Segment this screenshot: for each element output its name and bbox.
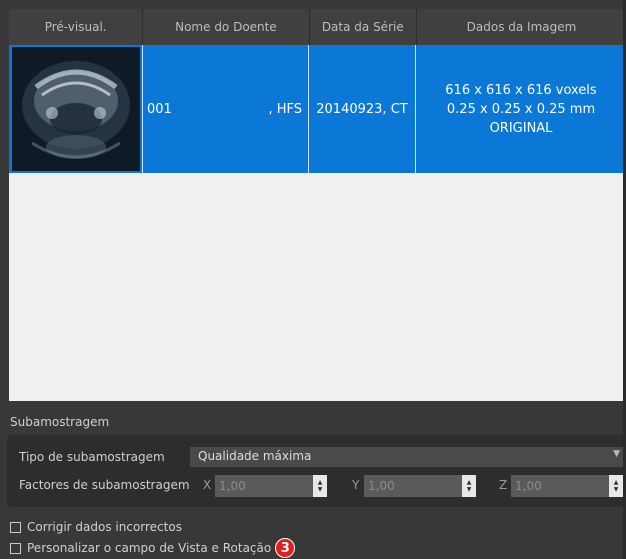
x-factor-input[interactable] (215, 475, 309, 497)
subsampling-group: Tipo de subamostragem Qualidade máxima ▼… (7, 435, 626, 507)
header-series-date[interactable]: Data da Série (310, 9, 418, 45)
patient-id: 001 (147, 101, 172, 117)
ct-preview-thumbnail (11, 47, 140, 171)
preview-cell (9, 45, 143, 173)
subsampling-type-label: Tipo de subamostragem (19, 450, 165, 464)
subsampling-section: Subamostragem Tipo de subamostragem Qual… (0, 406, 626, 507)
z-label: Z (499, 478, 508, 492)
up-down-arrows-icon[interactable]: ▲ ▼ (462, 475, 476, 497)
chevron-down-icon: ▼ (613, 449, 620, 459)
y-factor-input[interactable] (364, 475, 458, 497)
x-factor-spinbox[interactable]: ▲▼ (215, 475, 327, 497)
custom-fov-label: Personalizar o campo de Vista e Rotação (27, 541, 272, 555)
y-factor-spinbox[interactable]: ▲▼ (364, 475, 476, 497)
image-data-cell: 616 x 616 x 616 voxels 0.25 x 0.25 x 0.2… (416, 45, 626, 173)
table-header: Pré-visual. Nome do Doente Data da Série… (9, 9, 626, 45)
table-row[interactable]: 001 , HFS 20140923, CT 616 x 616 x 616 v… (9, 45, 626, 173)
subsampling-title: Subamostragem (10, 415, 110, 429)
y-label: Y (352, 478, 360, 492)
up-down-arrows-icon[interactable]: ▲ ▼ (609, 475, 623, 497)
up-down-arrows-icon[interactable]: ▲ ▼ (313, 475, 327, 497)
header-image-data[interactable]: Dados da Imagem (417, 9, 626, 45)
z-factor-input[interactable] (511, 475, 605, 497)
series-table: Pré-visual. Nome do Doente Data da Série… (9, 9, 626, 401)
image-dimensions: 616 x 616 x 616 voxels (445, 82, 597, 98)
patient-name-cell: 001 , HFS (143, 45, 309, 173)
custom-fov-checkbox[interactable] (10, 542, 21, 554)
series-date-cell: 20140923, CT (309, 45, 416, 173)
image-spacing: 0.25 x 0.25 x 0.25 mm (446, 101, 596, 117)
callout-badge: 3 (275, 538, 296, 558)
fix-data-option[interactable]: Corrigir dados incorrectos (10, 520, 182, 534)
fix-data-checkbox[interactable] (10, 521, 21, 533)
header-preview[interactable]: Pré-visual. (9, 9, 144, 45)
subsampling-factors-label: Factores de subamostragem (19, 478, 190, 492)
custom-fov-option[interactable]: Personalizar o campo de Vista e Rotação … (10, 538, 296, 558)
header-patient-name[interactable]: Nome do Doente (143, 9, 310, 45)
subsampling-type-select[interactable]: Qualidade máxima ▼ (190, 447, 626, 467)
fix-data-label: Corrigir dados incorrectos (27, 520, 182, 534)
x-label: X (203, 478, 212, 492)
image-type: ORIGINAL (489, 120, 553, 136)
z-factor-spinbox[interactable]: ▲▼ (511, 475, 623, 497)
patient-orientation: , HFS (268, 101, 302, 117)
subsampling-type-value: Qualidade máxima (198, 449, 312, 463)
